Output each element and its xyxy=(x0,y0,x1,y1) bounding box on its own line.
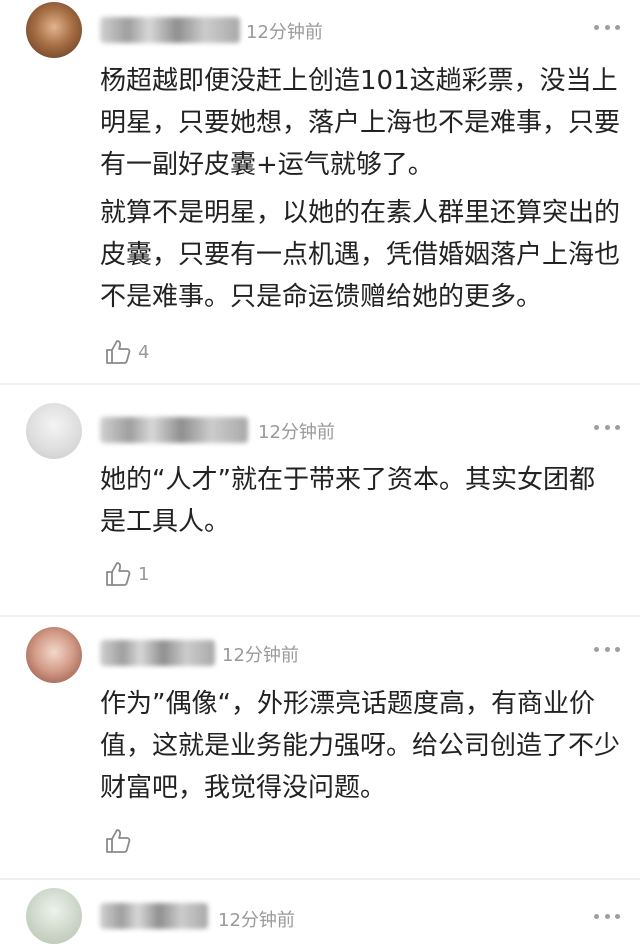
like-count: 4 xyxy=(138,341,150,363)
avatar[interactable] xyxy=(26,888,82,944)
comment-time: 12分钟前 xyxy=(218,910,295,931)
like-button[interactable] xyxy=(104,826,138,856)
comment-text: 作为”偶像“，外形漂亮话题度高，有商业价值，这就是业务能力强呀。给公司创造了不少… xyxy=(100,689,621,803)
more-dots-icon[interactable] xyxy=(594,912,620,920)
thumbs-up-icon xyxy=(106,562,131,586)
comment-item: 12分钟前 作为”偶像“，外形漂亮话题度高，有商业价值，这就是业务能力强呀。给公… xyxy=(0,617,640,880)
comment-text: 杨超越即便没赶上创造101这趟彩票，没当上明星，只要她想，落户上海也不是难事，只… xyxy=(100,66,621,180)
like-count: 1 xyxy=(138,563,150,585)
comment-time: 12分钟前 xyxy=(246,22,323,43)
username-blurred[interactable] xyxy=(100,417,248,443)
avatar[interactable] xyxy=(26,627,82,683)
thumbs-up-icon xyxy=(106,340,131,364)
comment-text: 她的“人才”就在于带来了资本。其实女团都是工具人。 xyxy=(100,465,595,537)
comment-item: 12分钟前 杨超越即便没赶上创造101这趟彩票，没当上明星，只要她想，落户上海也… xyxy=(0,0,640,385)
like-button[interactable]: 4 xyxy=(104,337,149,367)
comment-item: 12分钟前 她的“人才”就在于带来了资本。其实女团都是工具人。 1 xyxy=(0,385,640,617)
thumbs-up-icon xyxy=(106,829,131,853)
like-button[interactable]: 1 xyxy=(104,559,149,589)
avatar[interactable] xyxy=(26,2,82,58)
comment-text: 就算不是明星，以她的在素人群里还算突出的皮囊，只要有一点机遇，凭借婚姻落户上海也… xyxy=(100,198,621,312)
comment-time: 12分钟前 xyxy=(258,422,335,443)
comment-item: 12分钟前 xyxy=(0,880,640,944)
more-dots-icon[interactable] xyxy=(594,423,620,431)
avatar[interactable] xyxy=(26,403,82,459)
more-dots-icon[interactable] xyxy=(594,23,620,31)
comment-feed: 12分钟前 杨超越即便没赶上创造101这趟彩票，没当上明星，只要她想，落户上海也… xyxy=(0,0,640,944)
username-blurred[interactable] xyxy=(100,903,208,929)
more-dots-icon[interactable] xyxy=(594,645,620,653)
username-blurred[interactable] xyxy=(100,17,240,43)
username-blurred[interactable] xyxy=(100,640,215,666)
comment-time: 12分钟前 xyxy=(222,645,299,666)
